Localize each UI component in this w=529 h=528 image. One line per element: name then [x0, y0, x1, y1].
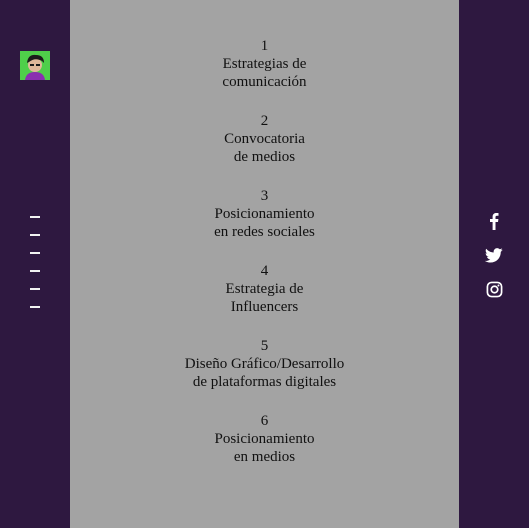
service-number: 1 — [260, 38, 269, 54]
service-number: 3 — [260, 188, 269, 204]
section-nav-item-1[interactable] — [30, 216, 40, 218]
service-item: 1 Estrategias de comunicación — [70, 37, 459, 112]
service-item: 5 Diseño Gráfico/Desarrollo de plataform… — [70, 337, 459, 412]
section-nav-item-2[interactable] — [30, 234, 40, 236]
section-nav-item-4[interactable] — [30, 270, 40, 272]
service-title-line2: de medios — [233, 149, 296, 165]
instagram-icon[interactable] — [484, 279, 504, 299]
service-number: 6 — [260, 413, 269, 429]
service-title-line1: Posicionamiento — [214, 431, 315, 447]
service-item: 4 Estrategia de Influencers — [70, 262, 459, 337]
avatar-icon[interactable] — [20, 51, 50, 80]
service-title-line2: de plataformas digitales — [192, 374, 337, 390]
section-nav-item-5[interactable] — [30, 288, 40, 290]
service-title-line1: Estrategia de — [225, 281, 304, 297]
services-list: 1 Estrategias de comunicación 2 Convocat… — [70, 37, 459, 487]
service-number: 4 — [260, 263, 269, 279]
section-nav-item-6[interactable] — [30, 306, 40, 308]
service-title-line2: en redes sociales — [214, 224, 315, 240]
service-title-line1: Estrategias de — [222, 56, 307, 72]
section-nav-item-3[interactable] — [30, 252, 40, 254]
service-item: 3 Posicionamiento en redes sociales — [70, 187, 459, 262]
twitter-icon[interactable] — [484, 245, 504, 265]
service-title-line1: Posicionamiento — [214, 206, 315, 222]
service-number: 2 — [260, 113, 269, 129]
service-title-line2: Influencers — [230, 299, 299, 315]
service-number: 5 — [260, 338, 269, 354]
service-title-line1: Convocatoria — [224, 131, 305, 147]
service-item: 6 Posicionamiento en medios — [70, 412, 459, 487]
service-title-line2: en medios — [233, 449, 296, 465]
service-title-line2: comunicación — [222, 74, 307, 90]
service-item: 2 Convocatoria de medios — [70, 112, 459, 187]
service-title-line1: Diseño Gráfico/Desarrollo — [184, 356, 345, 372]
section-nav — [30, 216, 41, 324]
facebook-icon[interactable] — [484, 211, 504, 231]
